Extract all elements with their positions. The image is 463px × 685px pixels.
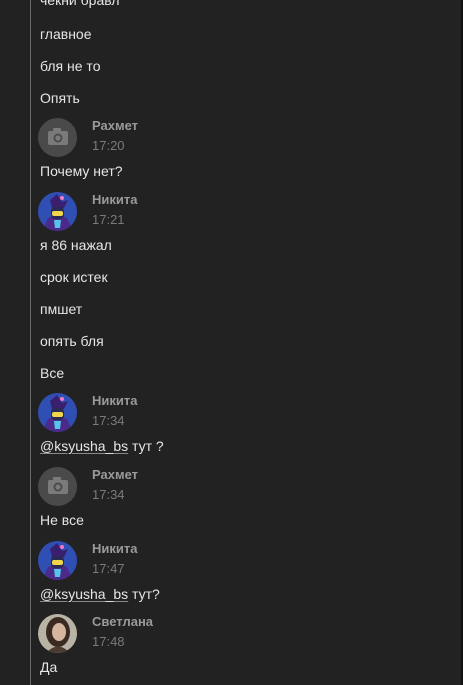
message-header: Никита 17:47 <box>38 541 338 581</box>
message-text: я 86 нажал <box>40 237 112 253</box>
user-photo-avatar <box>38 614 77 653</box>
author-name[interactable]: Никита <box>92 393 137 409</box>
timestamp: 17:20 <box>92 138 125 153</box>
message-header: Никита 17:21 <box>38 192 338 232</box>
timestamp: 17:21 <box>92 212 125 227</box>
camera-icon <box>48 477 68 494</box>
message-text: @ksyusha_bs тут? <box>40 585 160 603</box>
author-name[interactable]: Светлана <box>92 614 153 630</box>
timestamp: 17:34 <box>92 487 125 502</box>
message-text: опять бля <box>40 333 104 349</box>
message-text: чекни бравл <box>40 0 120 8</box>
author-name[interactable]: Никита <box>92 192 137 208</box>
chat-panel: чекни бравл главное бля не то Опять Рахм… <box>0 0 463 685</box>
character-avatar-icon <box>38 541 77 580</box>
avatar[interactable] <box>38 541 77 580</box>
timestamp: 17:48 <box>92 634 125 649</box>
avatar[interactable] <box>38 393 77 432</box>
user-mention[interactable]: @ksyusha_bs <box>40 438 128 454</box>
message-text: @ksyusha_bs тут ? <box>40 437 164 455</box>
message-text-rest: тут ? <box>128 438 164 454</box>
message-text: Почему нет? <box>40 163 123 179</box>
message-text: срок истек <box>40 269 108 285</box>
message-header: Никита 17:34 <box>38 393 338 433</box>
message-text: Опять <box>40 90 80 106</box>
message-header: Светлана 17:48 <box>38 614 338 654</box>
message-text: главное <box>40 26 92 42</box>
thread-line <box>30 0 31 685</box>
message-text: пмшет <box>40 301 83 317</box>
user-mention[interactable]: @ksyusha_bs <box>40 586 128 602</box>
avatar[interactable] <box>38 118 77 157</box>
avatar[interactable] <box>38 192 77 231</box>
avatar[interactable] <box>38 614 77 653</box>
author-name[interactable]: Рахмет <box>92 467 138 483</box>
message-text: Да <box>40 659 58 675</box>
timestamp: 17:34 <box>92 413 125 428</box>
timestamp: 17:47 <box>92 561 125 576</box>
message-text: Все <box>40 365 65 381</box>
message-text: Не все <box>40 512 84 528</box>
character-avatar-icon <box>38 192 77 231</box>
message-header: Рахмет 17:34 <box>38 467 338 507</box>
avatar[interactable] <box>38 467 77 506</box>
camera-icon <box>48 128 68 145</box>
author-name[interactable]: Никита <box>92 541 137 557</box>
author-name[interactable]: Рахмет <box>92 118 138 134</box>
message-header: Рахмет 17:20 <box>38 118 338 158</box>
character-avatar-icon <box>38 393 77 432</box>
message-text-rest: тут? <box>128 586 160 602</box>
message-text: бля не то <box>40 58 101 74</box>
